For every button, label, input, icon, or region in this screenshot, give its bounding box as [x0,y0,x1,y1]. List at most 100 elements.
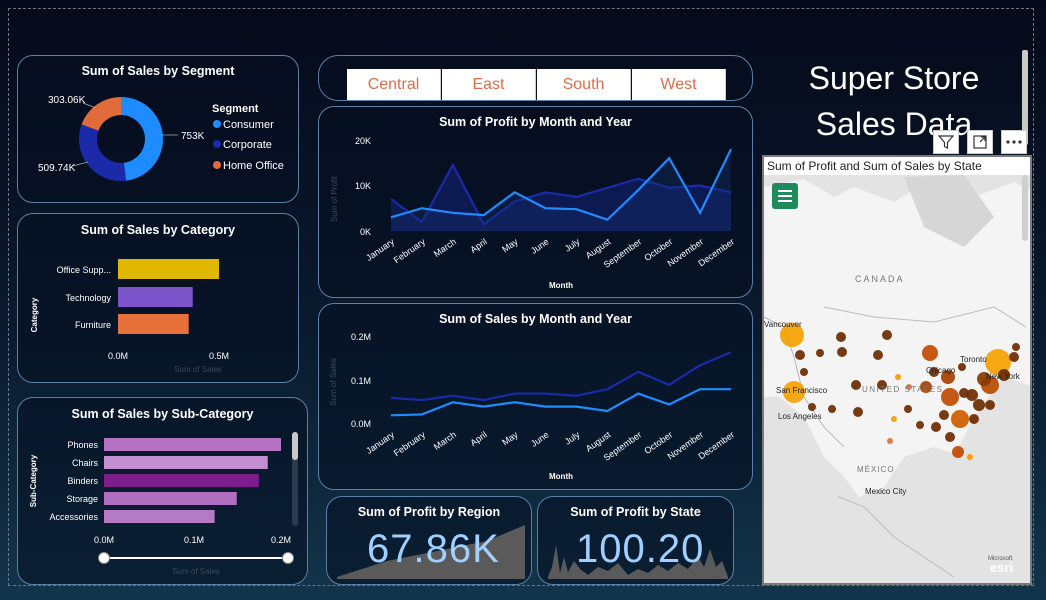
state-bubble-6 [808,403,816,411]
state-bubble-40 [985,400,995,410]
state-bubble-12 [853,407,863,417]
category-bar-2 [118,314,189,334]
subcategory-scrollbar[interactable] [292,432,298,526]
sales-months-1: February [392,429,428,458]
map-label-mexico: MÉXICO [857,465,895,474]
state-bubble-8 [873,350,883,360]
subcategory-card[interactable]: Sum of Sales by Sub-Category Sub-Categor… [17,397,308,585]
state-bubble-28 [966,389,978,401]
filter-icon[interactable] [933,130,959,154]
map-label-san-francisco: San Francisco [776,386,828,395]
sales-y-tick-2: 0.0M [351,419,371,429]
legend-corporate-swatch [213,140,221,148]
sales-y-tick-1: 0.1M [351,376,371,386]
subcategory-label-2: Binders [67,476,98,486]
subcategory-bar-2 [104,474,259,487]
profit-months-5: June [529,236,551,255]
profit-months-6: July [563,236,582,254]
sales-months-0: January [364,429,396,456]
map-label-vancouver: Vancouver [764,320,802,329]
subcategory-label-0: Phones [67,440,98,450]
state-bubble-41 [1012,343,1020,351]
category-axis-label: Category [30,297,39,332]
subcategory-x-axis-title: Sum of Sales [172,567,220,576]
state-bubble-29 [939,410,949,420]
category-label-2: Furniture [75,320,111,330]
profit-y-tick-0: 20K [355,136,371,146]
kpi-state-value: 100.20 [576,527,705,571]
sales-y-axis-title: Sum of Sales [329,358,338,406]
subcategory-bar-4 [104,510,215,523]
segment-card[interactable]: Sum of Sales by Segment 753K 303.06K 509… [17,55,299,203]
state-bubble-22 [951,410,969,428]
subcategory-scrollbar-thumb[interactable] [292,432,298,460]
legend-home-office-swatch [213,161,221,169]
range-slider-left-handle[interactable] [98,552,110,564]
map-layers-button[interactable] [772,183,798,209]
state-bubble-32 [945,432,955,442]
state-map[interactable]: CANADA Vancouver San Francisco Los Angel… [764,157,1032,585]
map-visual-title: Sum of Profit and Sum of Sales by State [764,157,1030,175]
legend-consumer-label: Consumer [223,119,274,131]
subcategory-tick-1: 0.1M [184,535,204,545]
subcategory-axis-label: Sub-Category [29,454,38,507]
slicer-west[interactable]: West [632,69,726,100]
focus-mode-icon[interactable] [967,130,993,154]
profit-y-axis-title: Sum of Profit [330,175,339,222]
state-bubble-39 [967,454,973,460]
state-bubble-5 [816,349,824,357]
subcategory-bar-chart: Sub-Category Phones Chairs Binders Storage A… [29,438,291,576]
category-x-axis-title: Sum of Sales [174,365,222,374]
map-label-united-states: UNITED STATES [862,385,943,394]
map-label-chicago: Chicago [926,366,956,375]
range-slider-right-handle[interactable] [282,552,294,564]
subcategory-tick-0: 0.0M [94,535,114,545]
kpi-state-card[interactable]: Sum of Profit by State 100.20 [537,496,734,585]
state-bubble-1 [795,350,805,360]
sales-months-3: April [468,429,488,448]
more-options-icon[interactable] [1001,130,1027,154]
slicer-central[interactable]: Central [347,69,441,100]
donut-slice-consumer [121,97,164,181]
profit-y-tick-2: 0K [360,227,371,237]
category-bar-0 [118,259,219,279]
state-bubble-9 [882,330,892,340]
profit-months-4: May [500,236,520,254]
home-office-data-label: 303.06K [48,95,86,106]
map-scrollbar[interactable] [1022,175,1028,241]
esri-logo: esri [990,560,1013,575]
subcategory-label-1: Chairs [72,458,99,468]
segment-legend-title: Segment [212,103,259,115]
kpi-region-card[interactable]: Sum of Profit by Region 67.86K [326,496,532,585]
category-label-1: Technology [65,293,111,303]
slicer-east[interactable]: East [442,69,536,100]
hamburger-icon [778,190,792,202]
state-bubble-20 [941,388,959,406]
state-bubble-10 [851,380,861,390]
state-bubble-35 [973,399,985,411]
sales-months-4: May [500,429,520,447]
sales-months-2: March [432,429,458,452]
sales-line-card[interactable]: Sum of Sales by Month and Year Sum of Sa… [318,303,753,490]
profit-x-axis-title: Month [549,281,573,290]
profit-line-card[interactable]: Sum of Profit by Month and Year Sum of P… [318,106,753,298]
state-map-visual[interactable]: CANADA Vancouver San Francisco Los Angel… [762,155,1032,585]
subcategory-label-4: Accessories [49,512,98,522]
state-bubble-30 [931,422,941,432]
slicer-south[interactable]: South [537,69,631,100]
subcategory-bar-3 [104,492,237,505]
state-bubble-16 [922,345,938,361]
category-card[interactable]: Sum of Sales by Category Category Office… [17,213,299,383]
state-bubble-3 [800,368,808,376]
state-bubble-37 [887,438,893,444]
map-label-toronto: Toronto [960,355,987,364]
state-bubble-31 [916,421,924,429]
profit-months-0: January [364,236,396,263]
state-bubble-36 [891,416,897,422]
sales-months-6: July [563,429,582,447]
profit-months-1: February [392,236,428,265]
state-bubble-42 [958,363,966,371]
state-bubble-7 [837,347,847,357]
map-label-mexico-city: Mexico City [865,487,906,496]
region-slicer-card: Central East South West [318,55,753,101]
